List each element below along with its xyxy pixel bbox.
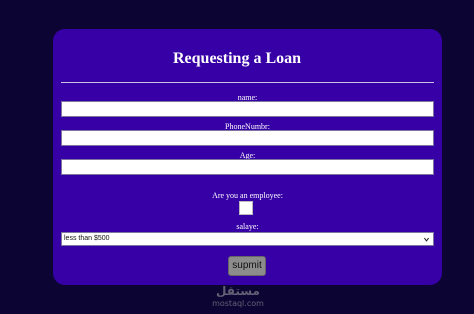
- page-title: Requesting a Loan: [172, 50, 302, 67]
- phone-input[interactable]: [61, 130, 434, 146]
- chevron-down-icon: [423, 237, 430, 242]
- age-input[interactable]: [61, 159, 434, 175]
- submit-button[interactable]: supmit: [228, 256, 266, 276]
- watermark-arabic: مستقل: [216, 284, 260, 298]
- employee-checkbox[interactable]: [239, 201, 253, 215]
- salary-select[interactable]: less than $500: [61, 232, 434, 246]
- name-input[interactable]: [61, 101, 434, 117]
- watermark-latin: mostaql.com: [212, 299, 264, 308]
- salary-label: salaye:: [236, 222, 259, 231]
- employee-label: Are you an employee:: [212, 191, 283, 200]
- mostaql-watermark-logo: مستقل mostaql.com: [205, 283, 271, 313]
- salary-selected-value: less than $500: [64, 235, 110, 242]
- title-divider: [61, 82, 434, 83]
